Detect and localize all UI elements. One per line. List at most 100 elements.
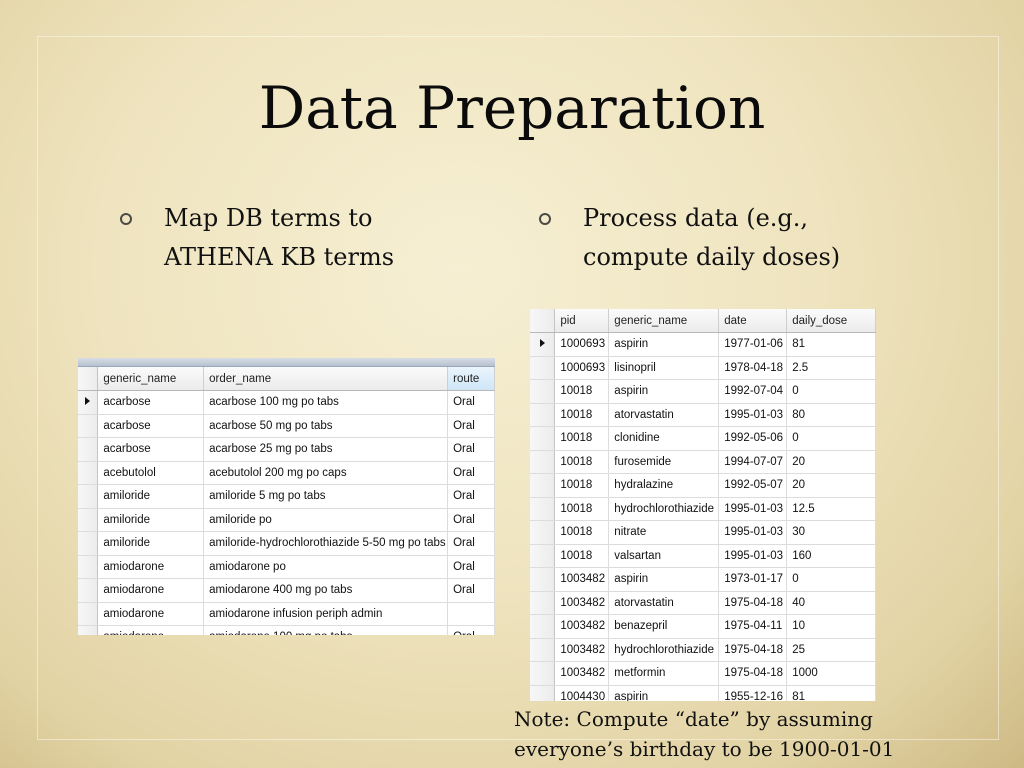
table-cell[interactable]: amiodarone 100 mg po tabs: [203, 625, 449, 635]
table-cell[interactable]: hydralazine: [608, 473, 720, 498]
table-cell[interactable]: lisinopril: [608, 356, 720, 380]
table-cell[interactable]: amiloride: [97, 484, 205, 509]
table-row[interactable]: acarbose acarbose 100 mg po tabs Oral: [78, 390, 495, 415]
row-header[interactable]: [78, 602, 99, 626]
table-cell[interactable]: Oral: [447, 390, 495, 415]
table-cell[interactable]: metformin: [608, 661, 720, 686]
table-row[interactable]: 10018 furosemide 1994-07-07 20: [530, 450, 876, 474]
table-cell[interactable]: 1004430: [554, 685, 610, 701]
table-cell[interactable]: atorvastatin: [608, 403, 720, 427]
table-cell[interactable]: 1992-05-06: [718, 426, 788, 451]
table-cell[interactable]: amiodarone: [97, 555, 205, 579]
table-cell[interactable]: amiloride 5 mg po tabs: [203, 484, 449, 509]
row-header[interactable]: [530, 450, 556, 474]
table-cell[interactable]: [447, 602, 495, 626]
table-row[interactable]: amiodarone amiodarone po Oral: [78, 555, 495, 579]
column-header[interactable]: date: [718, 309, 788, 333]
table-cell[interactable]: hydrochlorothiazide: [608, 638, 720, 662]
table-cell[interactable]: 1995-01-03: [718, 520, 788, 545]
table-cell[interactable]: 0: [786, 426, 876, 451]
table-cell[interactable]: amiodarone: [97, 625, 205, 635]
table-cell[interactable]: 10018: [554, 544, 610, 568]
row-header[interactable]: [530, 591, 556, 615]
table-cell[interactable]: acebutolol 200 mg po caps: [203, 461, 449, 485]
table-cell[interactable]: amiodarone po: [203, 555, 449, 579]
table-cell[interactable]: 0: [786, 567, 876, 592]
table-cell[interactable]: amiloride: [97, 531, 205, 556]
table-row[interactable]: 10018 nitrate 1995-01-03 30: [530, 520, 876, 545]
table-cell[interactable]: 81: [786, 685, 876, 701]
table-row[interactable]: amiodarone amiodarone infusion periph adm…: [78, 602, 495, 626]
table-cell[interactable]: acarbose 50 mg po tabs: [203, 414, 449, 438]
row-header[interactable]: [78, 531, 99, 556]
row-header[interactable]: [530, 544, 556, 568]
table-row[interactable]: 1003482 benazepril 1975-04-11 10: [530, 614, 876, 639]
table-cell[interactable]: amiodarone 400 mg po tabs: [203, 578, 449, 603]
table-row[interactable]: amiodaroneamiodarone 100 mg po tabsOral: [78, 625, 495, 635]
table-cell[interactable]: 1975-04-18: [718, 661, 788, 686]
table-cell[interactable]: clonidine: [608, 426, 720, 451]
table-cell[interactable]: Oral: [447, 531, 495, 556]
table-cell[interactable]: 10018: [554, 450, 610, 474]
column-header[interactable]: generic_name: [97, 367, 205, 391]
table-cell[interactable]: acarbose 25 mg po tabs: [203, 437, 449, 462]
column-header[interactable]: pid: [554, 309, 610, 333]
table-cell[interactable]: 1000: [786, 661, 876, 686]
table-cell[interactable]: benazepril: [608, 614, 720, 639]
table-row[interactable]: amiodarone amiodarone 400 mg po tabs Oral: [78, 578, 495, 603]
table-cell[interactable]: 10018: [554, 473, 610, 498]
table-cell[interactable]: amiodarone infusion periph admin: [203, 602, 449, 626]
row-header[interactable]: [78, 508, 99, 532]
table-cell[interactable]: 81: [786, 332, 876, 357]
column-header[interactable]: order_name: [203, 367, 449, 391]
table-cell[interactable]: nitrate: [608, 520, 720, 545]
table-cell[interactable]: 1994-07-07: [718, 450, 788, 474]
table-cell[interactable]: Oral: [447, 437, 495, 462]
row-header[interactable]: [530, 614, 556, 639]
table-row[interactable]: 10018 clonidine 1992-05-06 0: [530, 426, 876, 451]
table-cell[interactable]: Oral: [447, 578, 495, 603]
table-cell[interactable]: Oral: [447, 484, 495, 509]
table-row[interactable]: 10018 atorvastatin 1995-01-03 80: [530, 403, 876, 427]
row-header[interactable]: [530, 520, 556, 545]
table-cell[interactable]: 1000693: [554, 356, 610, 380]
table-row[interactable]: 1000693 aspirin 1977-01-06 81: [530, 332, 876, 357]
table-cell[interactable]: acebutolol: [97, 461, 205, 485]
table-cell[interactable]: 1003482: [554, 614, 610, 639]
row-header[interactable]: [78, 414, 99, 438]
table-cell[interactable]: acarbose 100 mg po tabs: [203, 390, 449, 415]
table-row[interactable]: 1004430 aspirin 1955-12-16 81: [530, 685, 876, 701]
table-cell[interactable]: 10018: [554, 403, 610, 427]
table-cell[interactable]: 12.5: [786, 497, 876, 521]
table-cell[interactable]: Oral: [447, 461, 495, 485]
table-cell[interactable]: 10018: [554, 497, 610, 521]
table-cell[interactable]: 1995-01-03: [718, 403, 788, 427]
row-header[interactable]: [530, 403, 556, 427]
table-cell[interactable]: 1995-01-03: [718, 544, 788, 568]
table-cell[interactable]: 10: [786, 614, 876, 639]
table-row[interactable]: amiloride amiloride po Oral: [78, 508, 495, 532]
table-cell[interactable]: acarbose: [97, 437, 205, 462]
table-cell[interactable]: amiodarone: [97, 578, 205, 603]
row-header[interactable]: [530, 661, 556, 686]
table-cell[interactable]: 20: [786, 473, 876, 498]
table-row[interactable]: 1000693 lisinopril 1978-04-18 2.5: [530, 356, 876, 380]
table-cell[interactable]: 1003482: [554, 661, 610, 686]
row-header[interactable]: [530, 332, 556, 357]
table-cell[interactable]: acarbose: [97, 390, 205, 415]
row-header[interactable]: [530, 473, 556, 498]
table-cell[interactable]: 40: [786, 591, 876, 615]
table-cell[interactable]: amiloride: [97, 508, 205, 532]
table-cell[interactable]: 1992-05-07: [718, 473, 788, 498]
table-cell[interactable]: aspirin: [608, 567, 720, 592]
table-cell[interactable]: Oral: [447, 508, 495, 532]
table-cell[interactable]: 1003482: [554, 638, 610, 662]
table-cell[interactable]: 1000693: [554, 332, 610, 357]
row-header[interactable]: [78, 555, 99, 579]
table-row[interactable]: acebutolol acebutolol 200 mg po caps Oral: [78, 461, 495, 485]
column-header[interactable]: generic_name: [608, 309, 720, 333]
table-row[interactable]: 1003482 atorvastatin 1975-04-18 40: [530, 591, 876, 615]
table-cell[interactable]: 1975-04-11: [718, 614, 788, 639]
row-header[interactable]: [530, 426, 556, 451]
table-cell[interactable]: 1978-04-18: [718, 356, 788, 380]
